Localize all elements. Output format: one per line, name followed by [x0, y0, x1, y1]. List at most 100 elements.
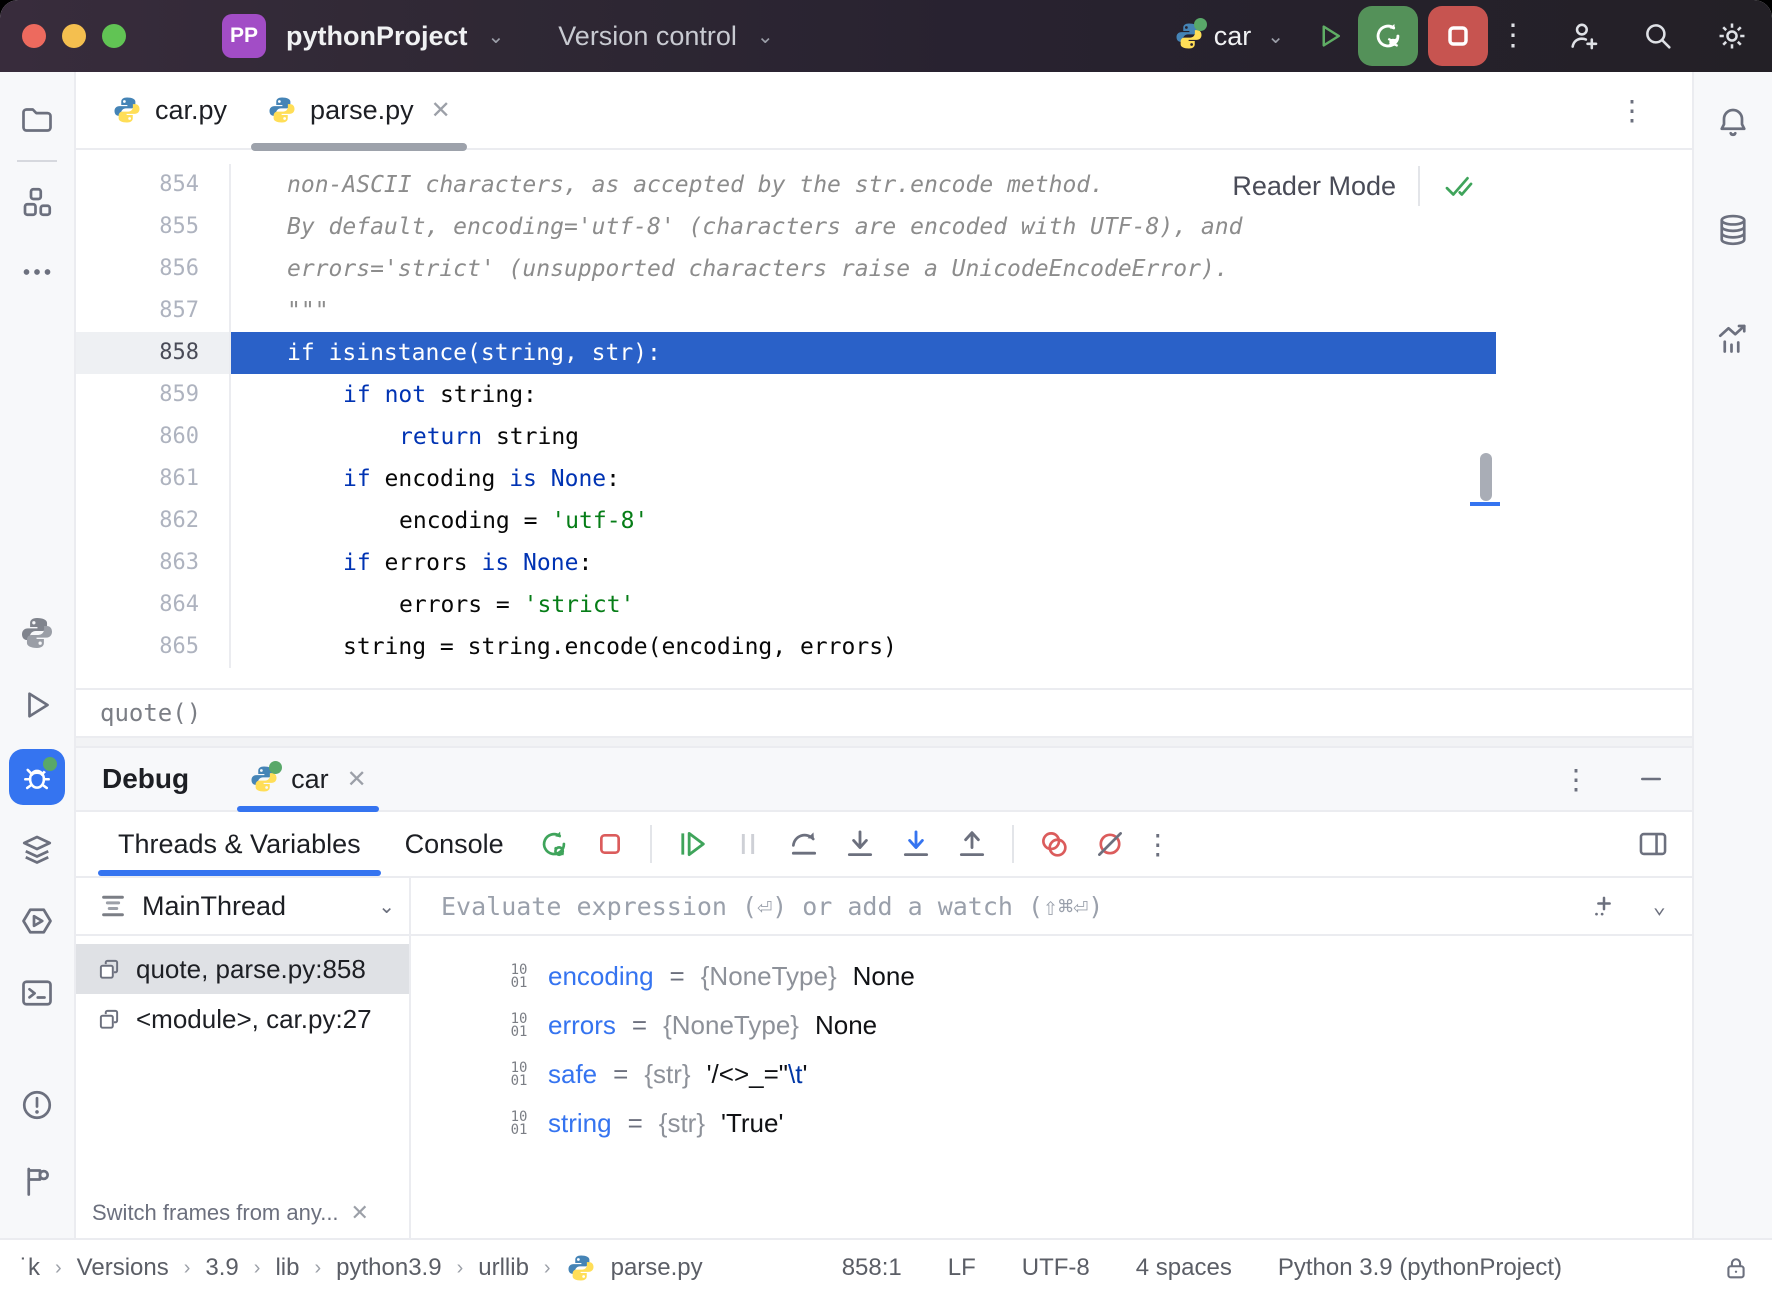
code-text[interactable]: By default, encoding='utf-8' (characters… [231, 206, 1692, 248]
close-icon[interactable]: ✕ [351, 1200, 369, 1226]
code-text[interactable]: """ [231, 290, 1692, 332]
line-number[interactable]: 864 [76, 584, 231, 626]
status-widget[interactable]: UTF-8 [1022, 1254, 1090, 1282]
settings-gear-icon[interactable] [1714, 18, 1750, 54]
terminal-icon[interactable] [9, 965, 65, 1021]
git-flag-icon[interactable] [9, 1153, 65, 1209]
more-tool-windows-icon[interactable] [9, 244, 65, 300]
project-folder-icon[interactable] [9, 92, 65, 148]
run-configuration-selector[interactable]: car ⌄ [1174, 21, 1284, 52]
code-line-859[interactable]: 859if not string: [76, 374, 1692, 416]
minimize-window-button[interactable] [62, 24, 86, 48]
line-number[interactable]: 856 [76, 248, 231, 290]
database-icon[interactable] [1705, 202, 1761, 258]
line-number[interactable]: 863 [76, 542, 231, 584]
debug-toolbar-more-menu[interactable]: ⋮ [1138, 839, 1178, 850]
close-icon[interactable]: ✕ [431, 96, 451, 125]
stop-icon[interactable] [584, 818, 636, 870]
view-breakpoints-icon[interactable] [1028, 818, 1080, 870]
lock-icon[interactable] [1722, 1254, 1750, 1282]
line-number[interactable]: 858 [76, 332, 231, 374]
services-layers-icon[interactable] [9, 821, 65, 877]
project-name[interactable]: pythonProject [286, 21, 468, 52]
debug-tool-window-icon[interactable] [9, 749, 65, 805]
mute-breakpoints-icon[interactable] [1084, 818, 1136, 870]
code-text[interactable]: if encoding is None: [231, 458, 1692, 500]
line-number[interactable]: 854 [76, 164, 231, 206]
resume-icon[interactable] [666, 818, 718, 870]
breadcrumb-item[interactable]: Versions [77, 1254, 169, 1282]
line-number[interactable]: 861 [76, 458, 231, 500]
rerun-debug-icon[interactable] [528, 818, 580, 870]
code-line-857[interactable]: 857""" [76, 290, 1692, 332]
code-text[interactable]: string = string.encode(encoding, errors) [231, 626, 1692, 668]
status-widget[interactable]: LF [948, 1254, 976, 1282]
code-text[interactable]: errors='strict' (unsupported characters … [231, 248, 1692, 290]
breadcrumb-item[interactable]: ˙k [20, 1254, 40, 1282]
add-watch-icon[interactable] [1589, 891, 1619, 921]
step-over-icon[interactable] [778, 818, 830, 870]
line-number[interactable]: 857 [76, 290, 231, 332]
code-text[interactable]: errors = 'strict' [231, 584, 1692, 626]
code-line-855[interactable]: 855By default, encoding='utf-8' (charact… [76, 206, 1692, 248]
status-widget[interactable]: Python 3.9 (pythonProject) [1278, 1254, 1562, 1282]
status-widget[interactable]: 858:1 [842, 1254, 902, 1282]
editor-tab-car-py[interactable]: car.py [92, 72, 247, 148]
endpoints-chart-icon[interactable] [1705, 310, 1761, 366]
maximize-window-button[interactable] [102, 24, 126, 48]
inspections-ok-icon[interactable] [1442, 169, 1476, 203]
variable-row[interactable]: 1001safe={str}'/<>_="\t' [506, 1050, 1692, 1099]
pause-icon[interactable] [722, 818, 774, 870]
run-button[interactable] [1312, 18, 1348, 54]
editor-vertical-scrollbar[interactable] [1480, 453, 1492, 501]
code-text[interactable]: if errors is None: [231, 542, 1692, 584]
panel-splitter[interactable] [76, 736, 1692, 748]
code-text[interactable]: encoding = 'utf-8' [231, 500, 1692, 542]
thread-selector[interactable]: MainThread ⌄ [76, 878, 409, 936]
code-line-864[interactable]: 864errors = 'strict' [76, 584, 1692, 626]
code-line-862[interactable]: 862encoding = 'utf-8' [76, 500, 1692, 542]
debug-session-tab[interactable]: car ✕ [237, 748, 379, 810]
reader-mode-pill[interactable]: Reader Mode [1232, 166, 1476, 206]
code-line-858[interactable]: 858if isinstance(string, str): [76, 332, 1692, 374]
breadcrumb-item[interactable]: python3.9 [336, 1254, 441, 1282]
run-tool-window-icon[interactable] [9, 677, 65, 733]
code-line-865[interactable]: 865string = string.encode(encoding, erro… [76, 626, 1692, 668]
step-into-icon[interactable] [834, 818, 886, 870]
code-line-860[interactable]: 860return string [76, 416, 1692, 458]
tab-options-menu[interactable]: ⋮ [1618, 105, 1646, 116]
variable-row[interactable]: 1001errors={NoneType}None [506, 1001, 1692, 1050]
tab-threads-variables[interactable]: Threads & Variables [96, 812, 383, 876]
layout-settings-icon[interactable] [1636, 827, 1670, 861]
line-number[interactable]: 855 [76, 206, 231, 248]
add-user-icon[interactable] [1566, 18, 1602, 54]
close-icon[interactable]: ✕ [347, 765, 367, 794]
line-number[interactable]: 865 [76, 626, 231, 668]
status-widget[interactable]: 4 spaces [1136, 1254, 1232, 1282]
editor-breadcrumb[interactable]: quote() [76, 690, 1692, 736]
code-line-856[interactable]: 856errors='strict' (unsupported characte… [76, 248, 1692, 290]
problems-icon[interactable] [9, 1077, 65, 1133]
breadcrumb-item[interactable]: urllib [478, 1254, 529, 1282]
code-line-863[interactable]: 863if errors is None: [76, 542, 1692, 584]
variable-row[interactable]: 1001encoding={NoneType}None [506, 952, 1692, 1001]
search-icon[interactable] [1640, 18, 1676, 54]
python-packages-icon[interactable] [9, 893, 65, 949]
vcs-menu[interactable]: Version control [558, 21, 737, 52]
breadcrumb-item[interactable]: lib [275, 1254, 299, 1282]
breadcrumb-file[interactable]: parse.py [611, 1254, 703, 1282]
editor-tab-parse-py[interactable]: parse.py✕ [247, 72, 471, 148]
structure-icon[interactable] [9, 174, 65, 230]
code-text[interactable]: if isinstance(string, str): [231, 332, 1692, 374]
more-actions-menu[interactable]: ⋮ [1498, 30, 1528, 42]
breadcrumb-item[interactable]: 3.9 [205, 1254, 238, 1282]
stop-button[interactable] [1428, 6, 1488, 66]
rerun-debug-button[interactable] [1358, 6, 1418, 66]
line-number[interactable]: 862 [76, 500, 231, 542]
stack-frame[interactable]: <module>, car.py:27 [76, 994, 409, 1044]
debug-options-menu[interactable]: ⋮ [1556, 774, 1596, 785]
evaluate-expression-input[interactable]: Evaluate expression (⏎) or add a watch (… [411, 878, 1692, 936]
chevron-down-icon[interactable]: ⌄ [1653, 894, 1666, 919]
variable-row[interactable]: 1001string={str}'True' [506, 1099, 1692, 1148]
stack-frame[interactable]: quote, parse.py:858 [76, 944, 409, 994]
